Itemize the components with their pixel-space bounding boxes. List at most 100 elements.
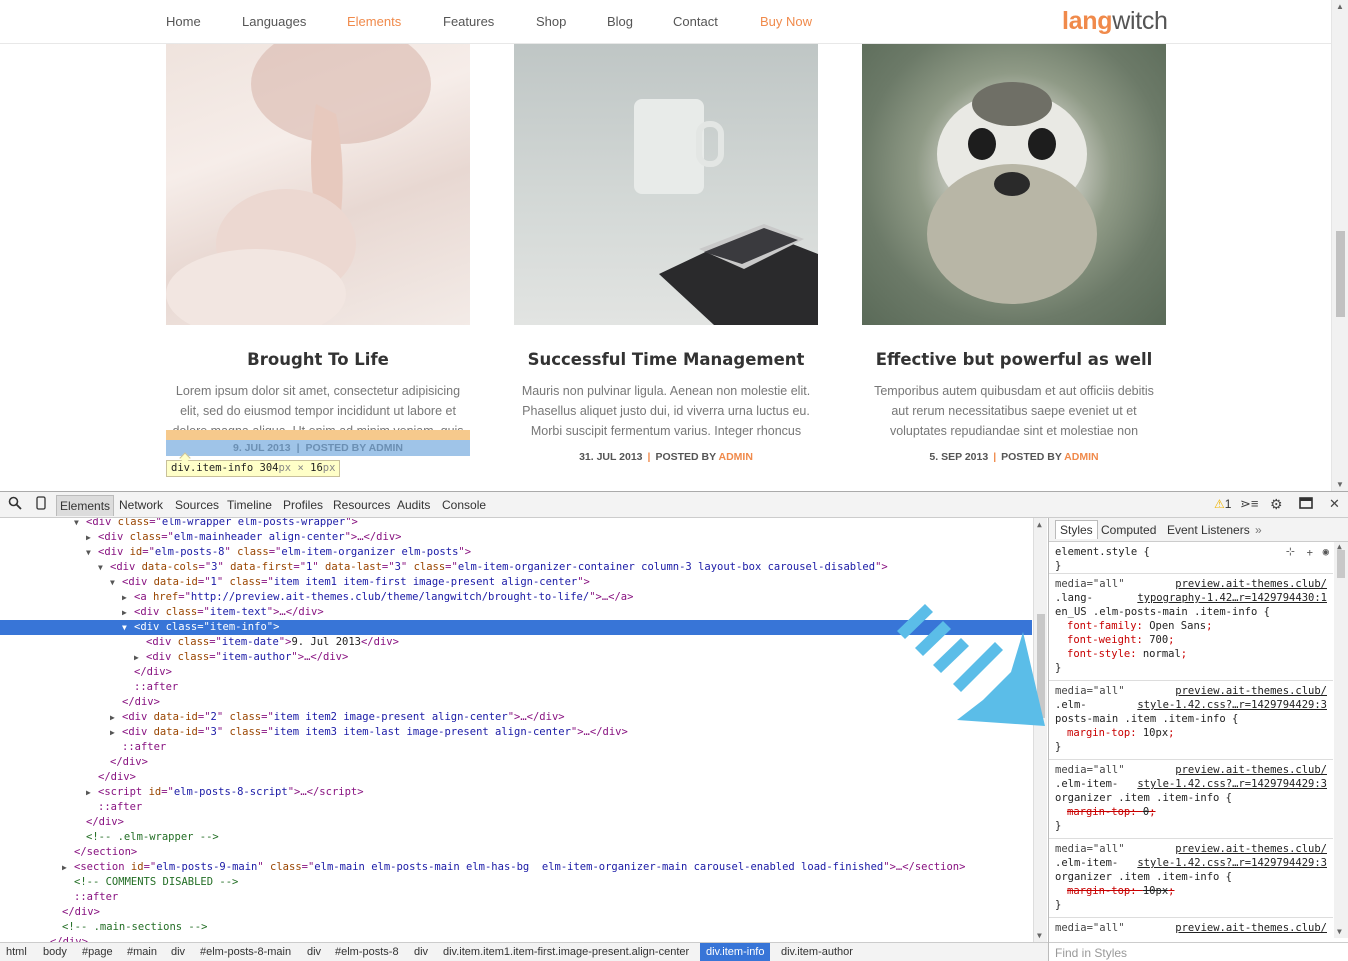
css-property[interactable]: font-family: Open Sans; [1067, 619, 1327, 633]
dom-node[interactable]: ▶ <div class="item-text">…</div> [0, 605, 1032, 620]
css-rule[interactable]: media="all" preview.ait-themes.club/ .lang… [1049, 574, 1333, 681]
close-icon[interactable]: ✕ [1329, 496, 1340, 512]
styles-scroll-thumb[interactable] [1337, 550, 1345, 578]
collapse-triangle-icon[interactable]: ▶ [86, 530, 98, 545]
dom-node[interactable]: ▼ <div class="elm-wrapper elm-posts-wrapp… [0, 518, 1032, 530]
new-rule-icon[interactable]: + [1307, 546, 1313, 560]
dom-node[interactable]: ▶ <div data-id="3" class="item item3 item… [0, 725, 1032, 740]
scroll-up-icon[interactable]: ▲ [1037, 520, 1042, 529]
dom-node[interactable]: ▶ <div data-id="2" class="item item2 imag… [0, 710, 1032, 725]
css-rule[interactable]: media="all" preview.ait-themes.club/ .elm-… [1049, 760, 1333, 839]
dom-node[interactable]: <!-- .elm-wrapper --> [0, 830, 1032, 845]
post-image-monkey[interactable] [862, 44, 1166, 325]
nav-shop[interactable]: Shop [536, 14, 566, 29]
dom-node[interactable]: </div> [0, 905, 1032, 920]
css-property[interactable]: margin-top: 10px; [1067, 726, 1327, 740]
dom-node[interactable]: ▶ <section id="elm-posts-9-main" class="e… [0, 860, 1032, 875]
tab-elements[interactable]: Elements [56, 495, 115, 516]
post-author-link[interactable]: ADMIN [719, 451, 753, 463]
scroll-down-icon[interactable]: ▼ [1336, 480, 1344, 489]
rule-source-link[interactable]: style-1.42.css?…r=1429794429:3 [1137, 777, 1327, 791]
console-drawer-icon[interactable]: ⋗≡ [1240, 496, 1258, 512]
find-in-styles-input[interactable]: Find in Styles [1049, 942, 1348, 961]
dom-node[interactable]: </div> [0, 755, 1032, 770]
breadcrumb-item[interactable]: #elm-posts-8-main [200, 946, 291, 958]
dom-scrollbar[interactable]: ▲ ▼ [1033, 518, 1047, 942]
nav-elements[interactable]: Elements [347, 14, 401, 29]
rule-source-link[interactable]: preview.ait-themes.club/ [1175, 842, 1327, 856]
collapse-triangle-icon[interactable]: ▶ [110, 725, 122, 740]
nav-contact[interactable]: Contact [673, 14, 718, 29]
post-image-desk-phone[interactable] [514, 44, 818, 325]
tab-network[interactable]: Network [119, 498, 163, 512]
breadcrumb-item[interactable]: div [171, 946, 185, 958]
nav-blog[interactable]: Blog [607, 14, 633, 29]
warning-counter[interactable]: ⚠1 [1214, 497, 1231, 511]
rule-source-link[interactable]: preview.ait-themes.club/ [1175, 921, 1327, 935]
tab-computed[interactable]: Computed [1101, 523, 1156, 537]
tab-profiles[interactable]: Profiles [283, 498, 323, 512]
breadcrumb-item[interactable]: div [307, 946, 321, 958]
element-state-icon[interactable]: ⊹ [1286, 545, 1295, 559]
dock-icon[interactable] [1299, 496, 1315, 513]
site-logo[interactable]: langwitch [1062, 7, 1168, 36]
expand-triangle-icon[interactable]: ▼ [74, 518, 86, 530]
post-title[interactable]: Brought To Life [166, 350, 470, 369]
dom-node[interactable]: </div> [0, 815, 1032, 830]
collapse-triangle-icon[interactable]: ▶ [122, 605, 134, 620]
nav-languages[interactable]: Languages [242, 14, 306, 29]
nav-buy-now[interactable]: Buy Now [760, 14, 812, 29]
tab-timeline[interactable]: Timeline [227, 498, 272, 512]
rule-source-link[interactable]: style-1.42.css?…r=1429794429:3 [1137, 856, 1327, 870]
dom-node[interactable]: <!-- COMMENTS DISABLED --> [0, 875, 1032, 890]
breadcrumb-item[interactable]: body [43, 946, 67, 958]
dom-node[interactable]: </div> [0, 695, 1032, 710]
tab-sources[interactable]: Sources [175, 498, 219, 512]
post-author-link[interactable]: ADMIN [1064, 451, 1098, 463]
nav-features[interactable]: Features [443, 14, 494, 29]
collapse-triangle-icon[interactable]: ▶ [110, 710, 122, 725]
dom-node[interactable]: ▼ <div id="elm-posts-8" class="elm-item-o… [0, 545, 1032, 560]
gear-icon[interactable]: ⚙ [1270, 496, 1283, 513]
tab-event-listeners[interactable]: Event Listeners [1167, 523, 1250, 537]
post-title[interactable]: Effective but powerful as well [862, 350, 1166, 369]
breadcrumb-item[interactable]: div.item-info [700, 943, 771, 961]
dom-node[interactable]: ▶ <script id="elm-posts-8-script">…</scri… [0, 785, 1032, 800]
css-property[interactable]: font-weight: 700; [1067, 633, 1327, 647]
rule-source-link[interactable]: preview.ait-themes.club/ [1175, 684, 1327, 698]
styles-scrollbar[interactable]: ▲ ▼ [1334, 542, 1348, 938]
collapse-triangle-icon[interactable]: ▶ [134, 650, 146, 665]
breadcrumb-item[interactable]: div.item.item1.item-first.image-present.… [443, 946, 689, 958]
post-image-baby-hands[interactable] [166, 44, 470, 325]
css-rule[interactable]: media="all" preview.ait-themes.club/ .elm-… [1049, 681, 1333, 760]
dom-node-selected[interactable]: ▼ <div class="item-info"> [0, 620, 1032, 635]
nav-home[interactable]: Home [166, 14, 201, 29]
rule-source-link[interactable]: typography-1.42…r=1429794430:1 [1137, 591, 1327, 605]
css-rule[interactable]: media="all" preview.ait-themes.club/ .elm-… [1049, 839, 1333, 918]
page-scroll-thumb[interactable] [1336, 231, 1345, 317]
dom-node[interactable]: ::after [0, 800, 1032, 815]
tab-resources[interactable]: Resources [333, 498, 390, 512]
collapse-triangle-icon[interactable]: ▶ [62, 860, 74, 875]
breadcrumb-item[interactable]: #page [82, 946, 113, 958]
css-rule[interactable]: element.style {} + ⊹ ◉ [1049, 542, 1333, 574]
post-title[interactable]: Successful Time Management [514, 350, 818, 369]
device-mode-icon[interactable] [35, 496, 47, 513]
css-property[interactable]: font-style: normal; [1067, 647, 1327, 661]
rule-source-link[interactable]: preview.ait-themes.club/ [1175, 763, 1327, 777]
scroll-down-icon[interactable]: ▼ [1337, 927, 1342, 936]
dom-node[interactable]: ::after [0, 890, 1032, 905]
tab-console[interactable]: Console [442, 498, 486, 512]
color-format-icon[interactable]: ◉ [1323, 545, 1329, 559]
breadcrumb-item[interactable]: #elm-posts-8 [335, 946, 399, 958]
more-tabs-icon[interactable]: » [1255, 523, 1262, 537]
breadcrumb-item[interactable]: #main [127, 946, 157, 958]
dom-node[interactable]: ::after [0, 740, 1032, 755]
rule-source-link[interactable]: style-1.42.css?…r=1429794429:3 [1137, 698, 1327, 712]
page-scrollbar[interactable]: ▲ ▼ [1331, 0, 1348, 491]
breadcrumb-item[interactable]: html [6, 946, 27, 958]
expand-triangle-icon[interactable]: ▼ [110, 575, 122, 590]
dom-tree[interactable]: ▼ <div class="elm-wrapper elm-posts-wrapp… [0, 518, 1032, 942]
search-icon[interactable] [8, 496, 22, 513]
dom-node[interactable]: <!-- .main-sections --> [0, 920, 1032, 935]
